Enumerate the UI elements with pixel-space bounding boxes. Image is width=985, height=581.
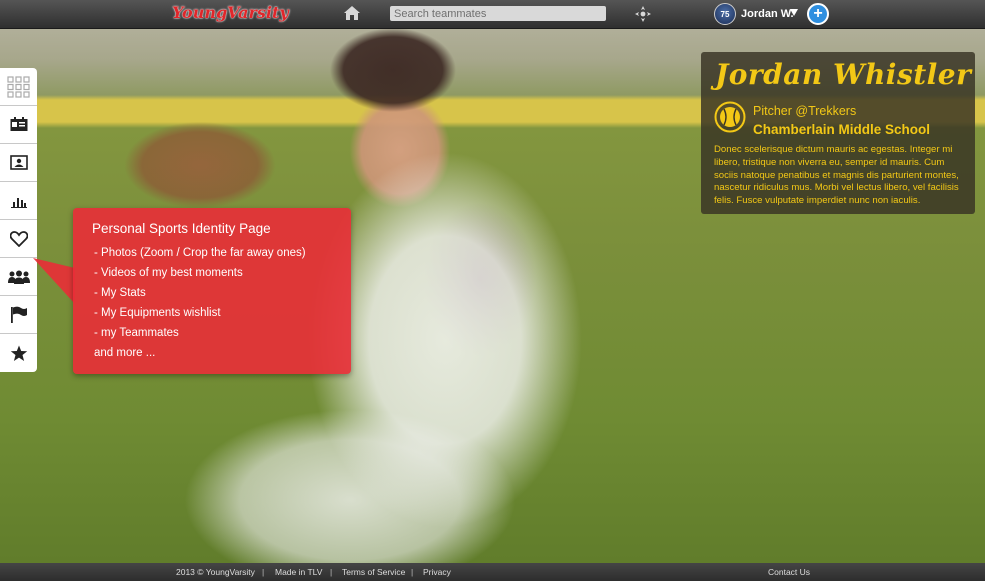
copyright: 2013 © YoungVarsity [176, 567, 255, 577]
sidebar-item-photos[interactable] [0, 144, 37, 182]
terms-link[interactable]: Terms of Service [342, 567, 405, 577]
heart-icon [9, 230, 28, 247]
logo[interactable]: YoungVarsity [172, 3, 289, 22]
list-item: and more ... [94, 347, 156, 359]
team-icon [7, 270, 30, 284]
baseball-icon [714, 101, 746, 133]
list-item: - Videos of my best moments [94, 267, 243, 279]
made-in-link[interactable]: Made in TLV [275, 567, 322, 577]
user-name[interactable]: Jordan W. [741, 8, 794, 20]
search-input[interactable] [390, 6, 606, 21]
footer-separator: | [262, 567, 265, 577]
feature-callout: Personal Sports Identity Page - Photos (… [73, 208, 351, 374]
list-item: - Photos (Zoom / Crop the far away ones) [94, 247, 306, 259]
id-card-icon [10, 117, 27, 131]
list-item: - My Equipments wishlist [94, 307, 221, 319]
add-button[interactable]: + [807, 3, 829, 25]
sidebar-item-wishlist[interactable] [0, 220, 37, 258]
sidebar-item-teammates[interactable] [0, 258, 37, 296]
footer-separator: | [411, 567, 414, 577]
sidebar-item-favorites[interactable] [0, 334, 37, 372]
grid-icon [6, 75, 30, 98]
avatar[interactable]: 75 [714, 3, 736, 25]
flag-icon [10, 306, 27, 323]
sidebar-item-stats[interactable] [0, 182, 37, 220]
profile-card: Jordan Whistler Pitcher @Trekkers Chambe… [701, 52, 975, 214]
plus-icon: + [809, 5, 827, 23]
feature-list: - Photos (Zoom / Crop the far away ones)… [94, 246, 306, 366]
star-icon [10, 345, 27, 361]
privacy-link[interactable]: Privacy [423, 567, 451, 577]
callout-pointer [33, 258, 75, 304]
athlete-bio: Donec scelerisque dictum mauris ac egest… [714, 144, 959, 207]
photo-frame-icon [9, 155, 28, 170]
sidebar [0, 68, 37, 372]
list-item: - My Stats [94, 287, 146, 299]
top-bar: YoungVarsity 75 Jordan W. + [0, 0, 985, 29]
athlete-position: Pitcher @Trekkers [753, 104, 857, 118]
sidebar-item-achievements[interactable] [0, 296, 37, 334]
sidebar-item-profile-card[interactable] [0, 106, 37, 144]
caret-down-icon[interactable] [790, 9, 798, 16]
home-icon[interactable] [343, 5, 361, 21]
navigation-icon[interactable] [634, 5, 652, 23]
athlete-school[interactable]: Chamberlain Middle School [753, 122, 930, 137]
list-item: - my Teammates [94, 327, 179, 339]
callout-title: Personal Sports Identity Page [92, 221, 271, 236]
sidebar-item-grid[interactable] [0, 68, 37, 106]
footer-separator: | [330, 567, 333, 577]
contact-link[interactable]: Contact Us [768, 567, 810, 577]
bar-chart-icon [10, 197, 27, 208]
athlete-name: Jordan Whistler [715, 58, 972, 91]
footer: 2013 © YoungVarsity | Made in TLV | Term… [0, 563, 985, 581]
